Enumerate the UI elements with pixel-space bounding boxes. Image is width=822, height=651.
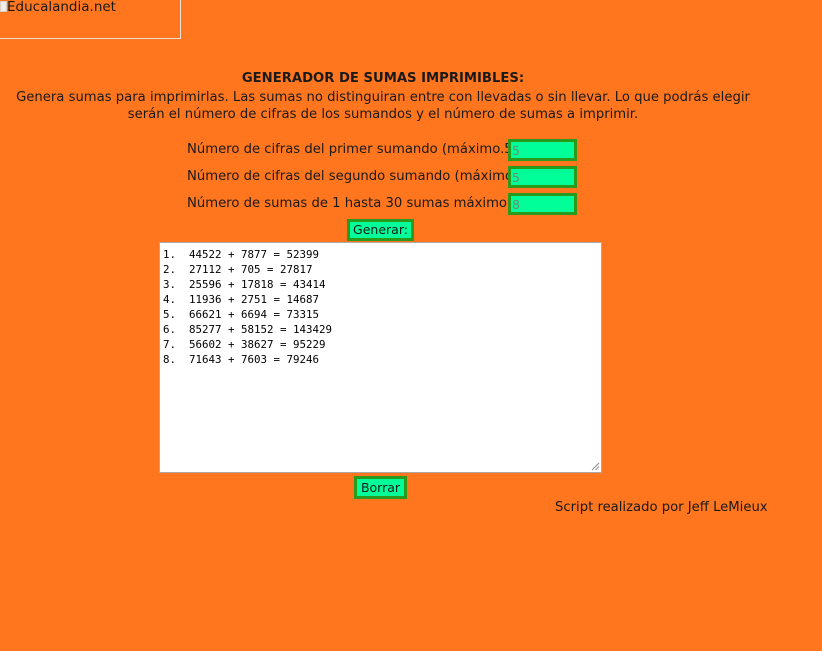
intro-text: Genera sumas para imprimirlas. Las sumas… <box>16 90 750 122</box>
second-digits-input[interactable] <box>508 166 577 188</box>
first-digits-input[interactable] <box>508 139 577 161</box>
logo-image-frame[interactable]: Educalandia.net <box>0 0 181 39</box>
page-title: GENERADOR DE SUMAS IMPRIMIBLES: <box>241 71 525 86</box>
logo-alt-text: Educalandia.net <box>0 0 116 15</box>
sum-count-label: Número de sumas de 1 hasta 30 sumas máxi… <box>187 196 507 211</box>
result-line: 4. 11936 + 2751 = 14687 <box>163 293 320 306</box>
second-digits-label: Número de cifras del segundo sumando (má… <box>187 169 531 184</box>
results-textarea[interactable]: 1. 44522 + 7877 = 52399 2. 27112 + 705 =… <box>159 242 602 473</box>
resize-grip-icon[interactable] <box>591 462 600 471</box>
result-line: 5. 66621 + 6694 = 73315 <box>163 308 320 321</box>
broken-image-icon <box>0 1 7 12</box>
result-line: 1. 44522 + 7877 = 52399 <box>163 248 320 261</box>
result-line: 2. 27112 + 705 = 27817 <box>163 263 313 276</box>
first-digits-label: Número de cifras del primer sumando (máx… <box>187 142 518 157</box>
credit-text: Script realizado por Jeff LeMieux <box>555 500 768 515</box>
clear-button[interactable]: Borrar <box>354 476 407 499</box>
sum-count-input[interactable] <box>508 193 577 215</box>
result-line: 6. 85277 + 58152 = 143429 <box>163 323 333 336</box>
generate-button[interactable]: Generar: <box>347 219 414 241</box>
result-line: 7. 56602 + 38627 = 95229 <box>163 338 326 351</box>
result-line: 3. 25596 + 17818 = 43414 <box>163 278 326 291</box>
logo-alt-label: Educalandia.net <box>7 0 116 15</box>
result-line: 8. 71643 + 7603 = 79246 <box>163 353 320 366</box>
